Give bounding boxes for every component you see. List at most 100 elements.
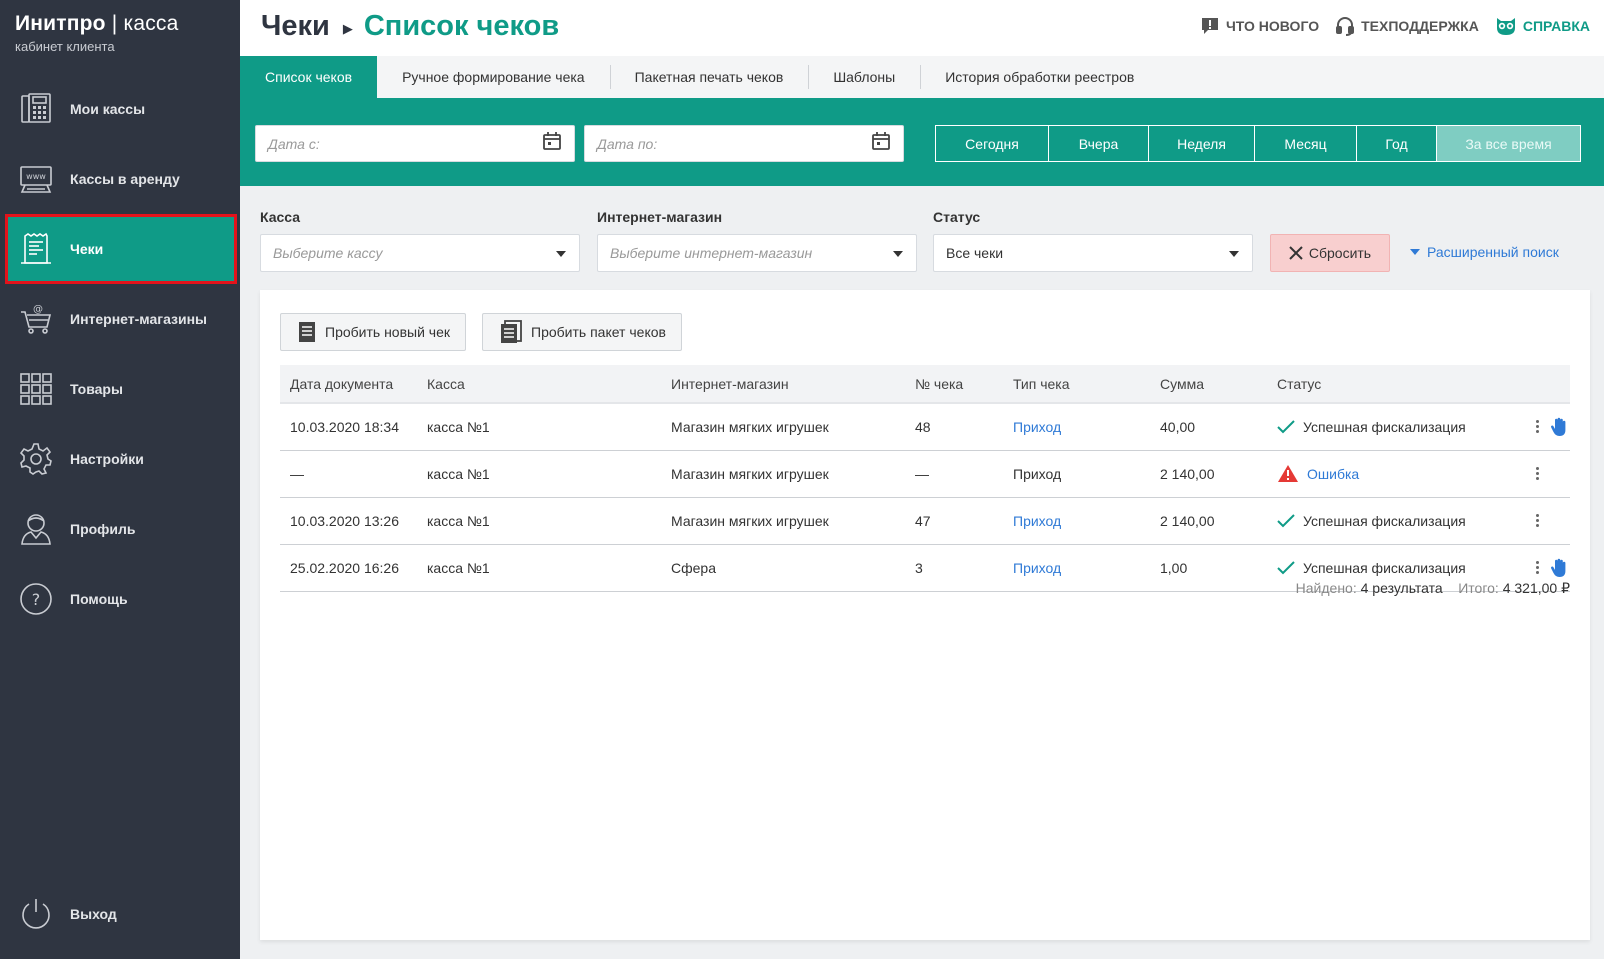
sidebar-item-settings[interactable]: Настройки: [0, 424, 240, 494]
status-badge: Успешная фискализация: [1277, 560, 1497, 576]
table-row[interactable]: — касса №1 Магазин мягких игрушек — Прих…: [280, 450, 1570, 498]
cell-shop: Сфера: [661, 544, 905, 592]
svg-text:www: www: [26, 172, 46, 181]
period-week-button[interactable]: Неделя: [1148, 126, 1254, 161]
tab-registry-history[interactable]: История обработки реестров: [920, 56, 1159, 98]
cell-actions: [1497, 450, 1570, 498]
more-options-icon[interactable]: [1530, 558, 1544, 578]
more-options-icon[interactable]: [1530, 417, 1544, 437]
sidebar-item-my-kassas[interactable]: Мои кассы: [0, 74, 240, 144]
close-icon: [1289, 246, 1303, 260]
status-text: Успешная фискализация: [1303, 512, 1466, 529]
cell-sum: 40,00: [1150, 403, 1267, 451]
cell-actions: [1497, 497, 1570, 545]
column-header-number[interactable]: № чека: [905, 365, 1003, 404]
column-header-sum[interactable]: Сумма: [1150, 365, 1267, 404]
help-link[interactable]: Справка: [1495, 16, 1590, 36]
cell-date: 10.03.2020 13:26: [280, 497, 417, 545]
table-row[interactable]: 10.03.2020 18:34 касса №1 Магазин мягких…: [280, 403, 1570, 451]
caret-down-icon: [1410, 249, 1420, 255]
kassa-select[interactable]: Выберите кассу: [260, 234, 580, 272]
shop-filter-label: Интернет-магазин: [597, 209, 723, 225]
more-options-icon[interactable]: [1530, 464, 1544, 484]
table-row[interactable]: 10.03.2020 13:26 касса №1 Магазин мягких…: [280, 497, 1570, 545]
date-from-field[interactable]: Дата с:: [255, 125, 575, 162]
period-selector: Сегодня Вчера Неделя Месяц Год За все вр…: [935, 125, 1581, 162]
calendar-icon[interactable]: [542, 131, 562, 156]
cell-kassa: касса №1: [417, 403, 661, 451]
whats-new-label: Что нового: [1225, 18, 1320, 34]
column-header-date[interactable]: Дата документа: [280, 365, 417, 404]
sidebar-item-receipts[interactable]: Чеки: [5, 214, 237, 284]
shop-select[interactable]: Выберите интернет-магазин: [597, 234, 917, 272]
owl-icon: [1495, 16, 1517, 36]
receipt-type-link[interactable]: Приход: [1013, 513, 1061, 529]
column-header-shop[interactable]: Интернет-магазин: [661, 365, 905, 404]
check-icon: [1277, 560, 1295, 575]
calendar-icon[interactable]: [871, 131, 891, 156]
period-all-time-button[interactable]: За все время: [1436, 126, 1580, 161]
cell-shop: Магазин мягких игрушек: [661, 497, 905, 545]
period-year-button[interactable]: Год: [1356, 126, 1436, 161]
support-link[interactable]: Техподдержка: [1335, 16, 1479, 36]
tab-manual-receipt[interactable]: Ручное формирование чека: [377, 56, 610, 98]
advanced-search-link[interactable]: Расширенный поиск: [1410, 244, 1559, 260]
sidebar-item-label: Кассы в аренду: [70, 171, 180, 187]
header-links: Что нового Техподдержка Справка: [1184, 16, 1590, 36]
column-header-status[interactable]: Статус: [1267, 365, 1497, 404]
batch-receipts-label: Пробить пакет чеков: [531, 324, 666, 340]
results-summary: Найдено: 4 результата Итого: 4 321,00 ₽: [1296, 580, 1570, 597]
column-header-kassa[interactable]: Касса: [417, 365, 661, 404]
cell-number: 47: [905, 497, 1003, 545]
logout-button[interactable]: Выход: [0, 879, 240, 949]
whats-new-link[interactable]: Что нового: [1200, 16, 1319, 36]
total-label: Итого:: [1458, 580, 1499, 596]
new-receipt-button[interactable]: Пробить новый чек: [280, 313, 467, 351]
brand-logo[interactable]: Инитпро | касса кабинет клиента: [15, 12, 178, 54]
reset-filters-button[interactable]: Сбросить: [1270, 234, 1390, 272]
sidebar-item-profile[interactable]: Профиль: [0, 494, 240, 564]
sidebar-nav: Мои кассы www Кассы в аренду Чеки @ Инте…: [0, 74, 240, 634]
receipt-icon: [297, 321, 317, 343]
status-text: Успешная фискализация: [1303, 559, 1466, 576]
receipt-type-link[interactable]: Приход: [1013, 560, 1061, 576]
status-error-link[interactable]: Ошибка: [1307, 466, 1359, 482]
period-today-button[interactable]: Сегодня: [936, 126, 1048, 161]
tab-batch-print[interactable]: Пакетная печать чеков: [609, 56, 809, 98]
date-to-field[interactable]: Дата по:: [584, 125, 904, 162]
status-filter-label: Статус: [933, 209, 981, 225]
sidebar-item-goods[interactable]: Товары: [0, 354, 240, 424]
breadcrumb-arrow-icon: ▶: [342, 20, 353, 36]
power-icon: [18, 896, 54, 932]
sidebar-item-label: Помощь: [70, 591, 128, 607]
sidebar-item-label: Профиль: [70, 521, 136, 537]
total-value: 4 321,00 ₽: [1502, 580, 1570, 596]
tab-templates[interactable]: Шаблоны: [808, 56, 920, 98]
date-filter-bar: Дата с: Дата по: Сегодня Вчера Неделя Ме…: [240, 98, 1604, 186]
tab-receipt-list[interactable]: Список чеков: [240, 56, 378, 98]
chevron-down-icon: [1228, 245, 1240, 261]
sidebar: Инитпро | касса кабинет клиента Мои касс…: [0, 0, 240, 959]
receipt-type-link[interactable]: Приход: [1013, 419, 1061, 435]
kassa-filter-label: Касса: [260, 209, 301, 225]
batch-receipts-button[interactable]: Пробить пакет чеков: [482, 313, 682, 351]
period-yesterday-button[interactable]: Вчера: [1048, 126, 1148, 161]
receipt-stack-icon: [499, 320, 523, 344]
sidebar-item-help[interactable]: ? Помощь: [0, 564, 240, 634]
hand-icon[interactable]: [1550, 558, 1568, 578]
brand-subtitle: кабинет клиента: [15, 39, 115, 54]
cell-type: Приход: [1003, 544, 1150, 592]
hand-icon[interactable]: [1550, 417, 1568, 437]
sidebar-item-shops[interactable]: @ Интернет-магазины: [0, 284, 240, 354]
breadcrumb-parent[interactable]: Чеки: [261, 10, 330, 43]
date-from-placeholder: Дата с:: [268, 135, 320, 152]
column-header-type[interactable]: Тип чека: [1003, 365, 1150, 404]
shopping-cart-icon: @: [18, 301, 54, 337]
cell-date: 25.02.2020 16:26: [280, 544, 417, 592]
period-month-button[interactable]: Месяц: [1254, 126, 1356, 161]
cell-status: Ошибка: [1267, 450, 1497, 498]
status-select[interactable]: Все чеки: [933, 234, 1253, 272]
sidebar-item-rent-kassas[interactable]: www Кассы в аренду: [0, 144, 240, 214]
more-options-icon[interactable]: [1530, 511, 1544, 531]
grid-icon: [18, 371, 54, 407]
